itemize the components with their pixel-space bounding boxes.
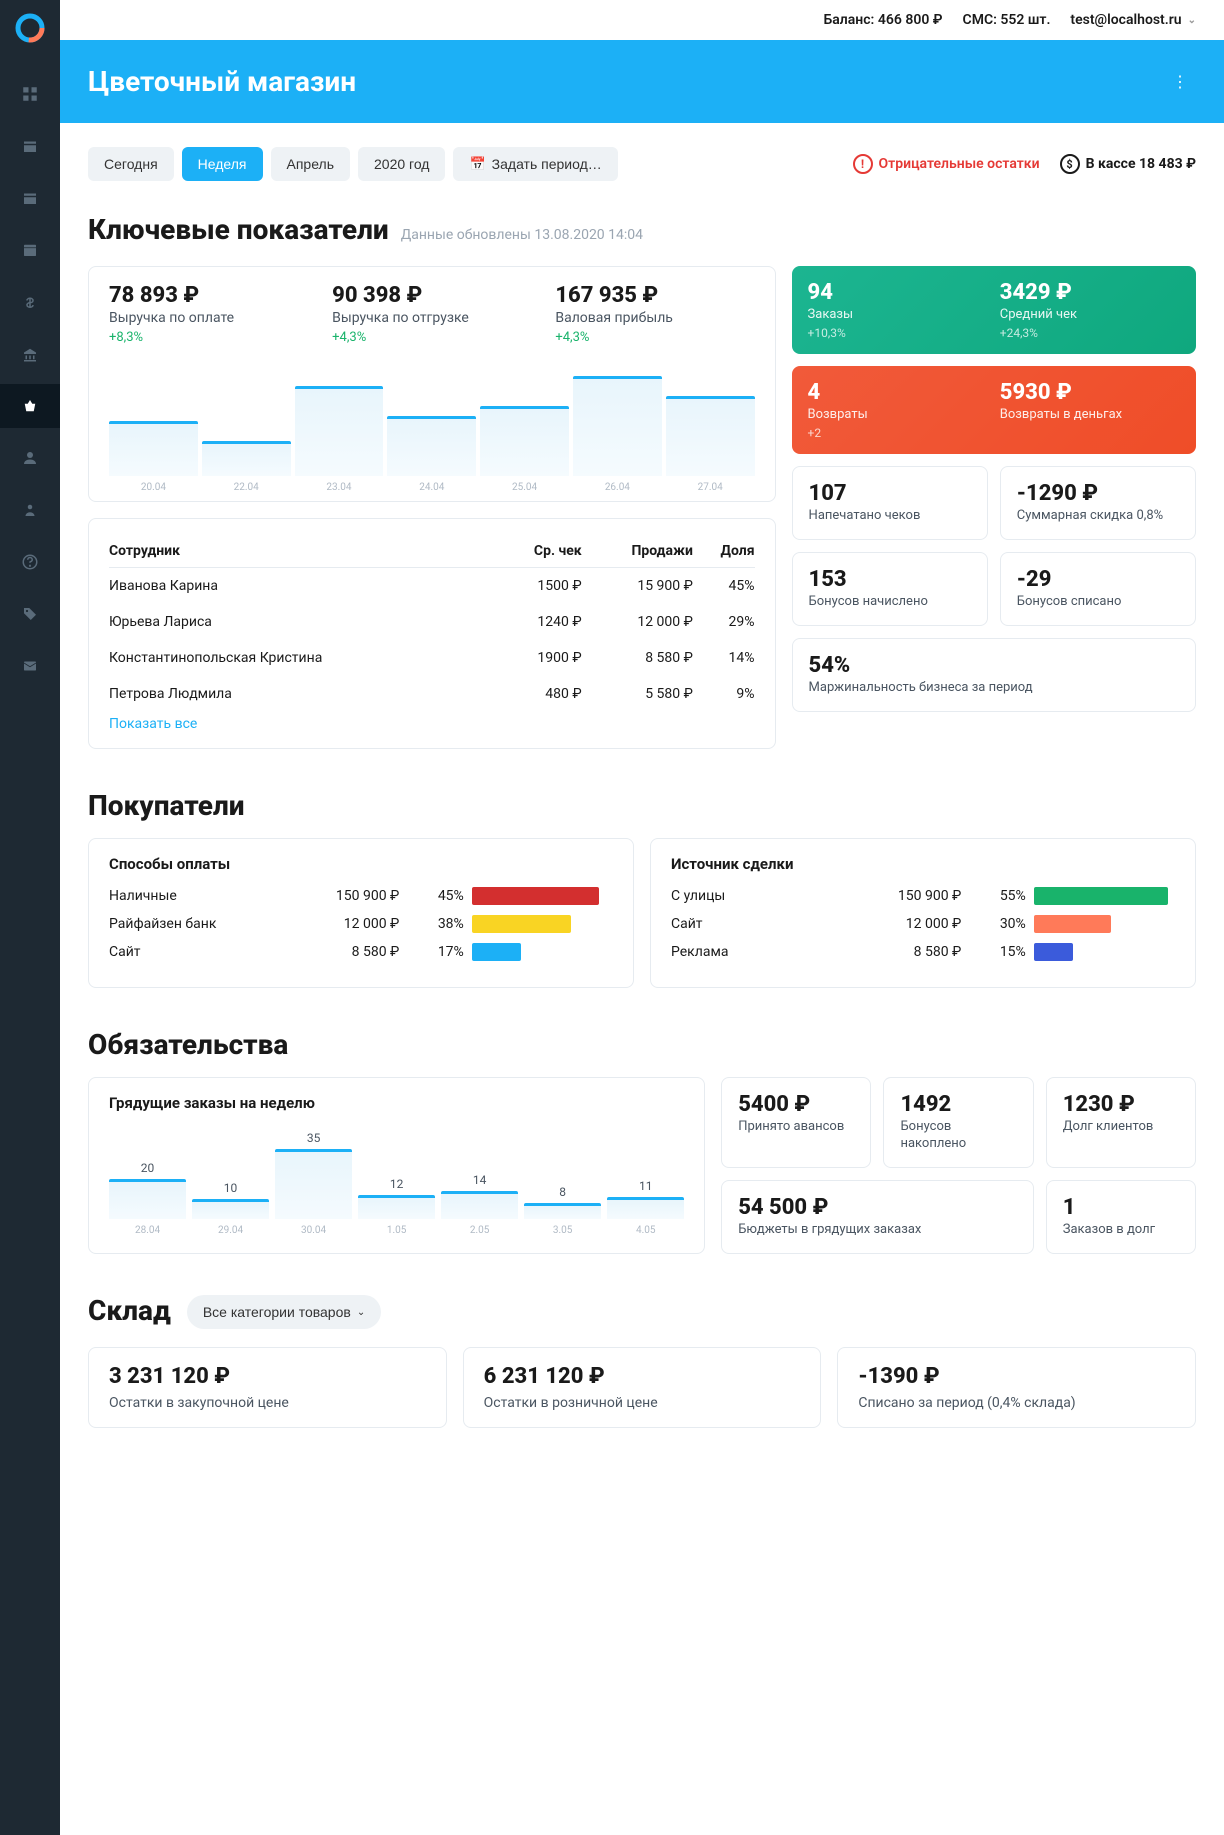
- nav-store2[interactable]: [0, 176, 60, 220]
- sources-panel: Источник сделки С улицы150 900 ₽55% Сайт1…: [650, 838, 1196, 988]
- kpi-card: 107Напечатано чеков: [792, 466, 988, 540]
- payments-panel: Способы оплаты Наличные150 900 ₽45% Райфа…: [88, 838, 634, 988]
- upcoming-chart: 2028.041029.043530.04121.05142.0583.0511…: [109, 1126, 684, 1236]
- nav-store1[interactable]: [0, 124, 60, 168]
- page-title: Цветочный магазин: [88, 65, 356, 98]
- kpi-updated-label: Данные обновлены 13.08.2020 14:04: [401, 227, 643, 243]
- sidebar: [0, 0, 60, 1835]
- cash-amount: $ В кассе 18 483 ₽: [1060, 154, 1196, 174]
- nav-basket[interactable]: [0, 384, 60, 428]
- nav-calendar[interactable]: [0, 228, 60, 272]
- kpi-card: 153Бонусов начислено: [792, 552, 988, 626]
- list-item: С улицы150 900 ₽55%: [671, 887, 1175, 905]
- stock-card: -1390 ₽Списано за период (0,4% склада): [837, 1347, 1196, 1428]
- warning-icon: !: [853, 154, 873, 174]
- kpi-orders-card: 94Заказы+10,3%3429 ₽Средний чек+24,3%: [792, 266, 1196, 354]
- kpi-chart: 20.0422.0423.0424.0425.0426.0427.04: [109, 361, 755, 501]
- chevron-down-icon: ⌄: [1188, 15, 1196, 26]
- nav-money[interactable]: [0, 280, 60, 324]
- oblig-card: 1Заказов в долг: [1046, 1180, 1196, 1254]
- kpi-returns-card: 4Возвраты+25930 ₽Возвраты в деньгах: [792, 366, 1196, 454]
- table-row: Иванова Карина1500 ₽15 900 ₽45%: [109, 568, 755, 605]
- chevron-down-icon: ⌄: [357, 1307, 365, 1318]
- upcoming-orders-panel: Грядущие заказы на неделю 2028.041029.04…: [88, 1077, 705, 1254]
- kpi-main-panel: 78 893 ₽Выручка по оплате+8,3% 90 398 ₽Вы…: [88, 266, 776, 502]
- stock-section-title: Склад: [88, 1294, 171, 1327]
- payments-title: Способы оплаты: [109, 855, 613, 873]
- dollar-icon: $: [1060, 154, 1080, 174]
- oblig-card: 5400 ₽Принято авансов: [721, 1077, 871, 1168]
- period-tab[interactable]: 📅Задать период…: [453, 147, 617, 181]
- list-item: Реклама8 580 ₽15%: [671, 943, 1175, 961]
- nav-user[interactable]: [0, 488, 60, 532]
- kpi-card: 54%Маржинальность бизнеса за период: [792, 638, 1196, 712]
- buyers-section-title: Покупатели: [88, 789, 1196, 822]
- sms-label: СМС: 552 шт.: [963, 12, 1051, 28]
- table-row: Юрьева Лариса1240 ₽12 000 ₽29%: [109, 604, 755, 640]
- oblig-card: 54 500 ₽Бюджеты в грядущих заказах: [721, 1180, 1034, 1254]
- nav-account[interactable]: [0, 436, 60, 480]
- list-item: Сайт8 580 ₽17%: [109, 943, 613, 961]
- table-row: Константинопольская Кристина1900 ₽8 580 …: [109, 640, 755, 676]
- nav-mail[interactable]: [0, 644, 60, 688]
- balance-label: Баланс: 466 800 ₽: [824, 12, 943, 28]
- page-header: Цветочный магазин ⋮: [60, 40, 1224, 123]
- topbar: Баланс: 466 800 ₽ СМС: 552 шт. test@loca…: [60, 0, 1224, 40]
- nav-bank[interactable]: [0, 332, 60, 376]
- obligations-section-title: Обязательства: [88, 1028, 1196, 1061]
- period-tab[interactable]: Сегодня: [88, 147, 174, 181]
- table-row: Петрова Людмила480 ₽5 580 ₽9%: [109, 676, 755, 712]
- period-tab[interactable]: Неделя: [182, 147, 263, 181]
- stock-card: 3 231 120 ₽Остатки в закупочной цене: [88, 1347, 447, 1428]
- oblig-card: 1492Бонусов накоплено: [883, 1077, 1033, 1168]
- nav-dashboard[interactable]: [0, 72, 60, 116]
- nav-help[interactable]: [0, 540, 60, 584]
- period-tabs: СегодняНеделяАпрель2020 год📅Задать перио…: [88, 147, 618, 181]
- kpi-section-title: Ключевые показатели: [88, 213, 389, 246]
- show-all-link[interactable]: Показать все: [109, 716, 197, 732]
- negative-balance-warning[interactable]: ! Отрицательные остатки: [853, 154, 1040, 174]
- stock-category-dropdown[interactable]: Все категории товаров ⌄: [187, 1295, 381, 1329]
- kpi-stat: 167 935 ₽Валовая прибыль+4,3%: [555, 283, 754, 345]
- period-tab[interactable]: 2020 год: [358, 147, 445, 181]
- nav-tag[interactable]: [0, 592, 60, 636]
- logo-icon: [14, 12, 46, 44]
- kpi-card: -1290 ₽Суммарная скидка 0,8%: [1000, 466, 1196, 540]
- period-tab[interactable]: Апрель: [271, 147, 351, 181]
- list-item: Наличные150 900 ₽45%: [109, 887, 613, 905]
- sources-title: Источник сделки: [671, 855, 1175, 873]
- upcoming-title: Грядущие заказы на неделю: [109, 1094, 684, 1112]
- calendar-icon: 📅: [469, 156, 485, 172]
- oblig-card: 1230 ₽Долг клиентов: [1046, 1077, 1196, 1168]
- list-item: Райфайзен банк12 000 ₽38%: [109, 915, 613, 933]
- user-menu[interactable]: test@localhost.ru ⌄: [1070, 12, 1196, 28]
- stock-card: 6 231 120 ₽Остатки в розничной цене: [463, 1347, 822, 1428]
- list-item: Сайт12 000 ₽30%: [671, 915, 1175, 933]
- kpi-stat: 90 398 ₽Выручка по отгрузке+4,3%: [332, 283, 531, 345]
- kpi-stat: 78 893 ₽Выручка по оплате+8,3%: [109, 283, 308, 345]
- kpi-card: -29Бонусов списано: [1000, 552, 1196, 626]
- employees-table: СотрудникСр. чекПродажиДоля Иванова Кари…: [88, 518, 776, 749]
- header-menu-button[interactable]: ⋮: [1164, 64, 1196, 99]
